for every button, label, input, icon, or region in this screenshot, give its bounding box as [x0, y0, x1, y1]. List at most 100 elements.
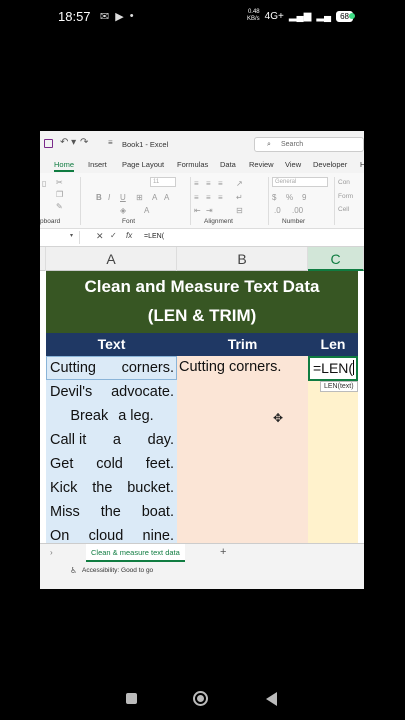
tab-view[interactable]: View	[285, 160, 301, 169]
tab-data[interactable]: Data	[220, 160, 236, 169]
cell-a-border	[46, 356, 177, 380]
tab-review[interactable]: Review	[249, 160, 274, 169]
save-icon[interactable]	[44, 139, 53, 148]
comma-icon[interactable]: 9	[302, 193, 306, 202]
cut-icon[interactable]: ✂	[56, 178, 63, 187]
text-cell[interactable]: Miss the boat.	[46, 500, 177, 524]
phone-nav-bar	[0, 680, 405, 720]
undo-icon[interactable]: ↶ ▾	[60, 137, 76, 148]
text-cell-word: On	[50, 528, 70, 543]
header-trim[interactable]: Trim	[177, 336, 308, 352]
len-cell-editor[interactable]: =LEN(	[308, 356, 358, 381]
cancel-icon[interactable]: ✕	[96, 231, 104, 242]
add-sheet-icon[interactable]: +	[220, 546, 226, 558]
conditional-formatting[interactable]: Con	[338, 179, 350, 186]
text-cell[interactable]: On cloud nine.	[46, 524, 177, 543]
font-shrink-icon[interactable]: A	[164, 193, 169, 202]
recent-apps-icon[interactable]	[126, 693, 137, 704]
back-icon[interactable]	[266, 692, 277, 706]
text-cell-word: advocate.	[111, 384, 174, 400]
notification-icons: ✉ ▶ •	[100, 10, 134, 23]
search-box[interactable]: ⌕ Search	[254, 137, 364, 152]
redo-icon[interactable]: ↷	[80, 137, 88, 148]
align-right-icon[interactable]: ≡	[218, 193, 223, 202]
bold-icon[interactable]: B	[96, 193, 102, 202]
font-grow-icon[interactable]: A	[152, 193, 157, 202]
sheet-nav-icon[interactable]: ›	[50, 548, 53, 557]
accessibility-status[interactable]: Accessibility: Good to go	[82, 567, 153, 574]
table-header-row: Text Trim Len	[46, 333, 358, 356]
align-middle-icon[interactable]: ≡	[206, 179, 211, 188]
media-icon: ▶	[115, 11, 124, 23]
italic-icon[interactable]: I	[108, 193, 110, 202]
accessibility-icon[interactable]: ♿	[70, 566, 77, 575]
tab-developer[interactable]: Developer	[313, 160, 347, 169]
divider	[80, 177, 81, 225]
text-cell-word: Kick	[50, 480, 78, 496]
signal-icon: ▂▄▆	[288, 10, 312, 22]
orientation-icon[interactable]: ↗	[236, 179, 243, 188]
outdent-icon[interactable]: ⇥	[206, 206, 213, 215]
ribbon-tabs: Home Insert Page Layout Formulas Data Re…	[40, 157, 364, 173]
group-number: Number	[282, 218, 306, 225]
align-top-icon[interactable]: ≡	[194, 179, 199, 188]
increase-decimal-icon[interactable]: .0	[274, 206, 281, 215]
home-icon[interactable]	[193, 691, 208, 706]
trim-cell-1[interactable]: Cutting corners.	[179, 359, 281, 375]
name-box[interactable]	[40, 231, 80, 244]
copy-icon[interactable]: ❐	[56, 190, 63, 199]
divider	[268, 177, 269, 225]
tab-more[interactable]: H	[360, 160, 364, 169]
chevron-down-icon[interactable]: ▾	[70, 232, 73, 239]
underline-icon[interactable]: U	[120, 193, 126, 202]
tab-insert[interactable]: Insert	[88, 160, 107, 169]
header-text[interactable]: Text	[46, 336, 177, 352]
text-cell-word: boat.	[141, 504, 174, 520]
text-cell-word: day.	[147, 432, 174, 448]
text-cell[interactable]: Break a leg.	[46, 404, 177, 428]
column-header-a[interactable]: A	[46, 247, 177, 271]
wrap-text-icon[interactable]: ↵	[236, 193, 243, 202]
percent-icon[interactable]: %	[286, 193, 293, 202]
border-icon[interactable]: ⊞	[136, 193, 143, 202]
quick-access-more-icon[interactable]: ≡	[108, 138, 113, 147]
formula-input[interactable]: =LEN(	[144, 233, 164, 240]
sheet-title-cell[interactable]: Clean and Measure Text Data (LEN & TRIM)	[46, 271, 358, 333]
column-header-b[interactable]: B	[177, 247, 308, 271]
worksheet-grid[interactable]: Clean and Measure Text Data (LEN & TRIM)…	[40, 271, 364, 543]
header-len[interactable]: Len	[308, 336, 358, 352]
insert-function-icon[interactable]: fx	[126, 231, 132, 240]
cell-styles[interactable]: Cell	[338, 206, 349, 213]
text-cell-word: Call it	[50, 432, 87, 448]
align-center-icon[interactable]: ≡	[206, 193, 211, 202]
enter-icon[interactable]: ✓	[110, 231, 117, 240]
font-size-box[interactable]: 11	[150, 177, 176, 187]
text-cell-word: a leg.	[118, 408, 154, 424]
cell-cursor-icon: ✥	[273, 411, 284, 425]
text-cell[interactable]: Devil's advocate.	[46, 380, 177, 404]
merge-icon[interactable]: ⊟	[236, 206, 243, 215]
paste-icon[interactable]: ▯	[42, 179, 46, 188]
font-color-icon[interactable]: A	[144, 206, 149, 215]
text-cell[interactable]: Call it a day.	[46, 428, 177, 452]
tab-page-layout[interactable]: Page Layout	[122, 160, 164, 169]
indent-icon[interactable]: ⇤	[194, 206, 201, 215]
tab-formulas[interactable]: Formulas	[177, 160, 208, 169]
text-cell[interactable]: Kick the bucket.	[46, 476, 177, 500]
decrease-decimal-icon[interactable]: .00	[292, 206, 303, 215]
number-format-box[interactable]: General	[272, 177, 328, 187]
format-as-table[interactable]: Form	[338, 193, 353, 200]
currency-icon[interactable]: $	[272, 193, 276, 202]
text-cell-word: cold	[96, 456, 123, 472]
format-painter-icon[interactable]: ✎	[56, 202, 63, 211]
divider	[190, 177, 191, 225]
fill-color-icon[interactable]: ◈	[120, 206, 126, 215]
column-header-c[interactable]: C	[308, 247, 364, 271]
tab-home[interactable]: Home	[54, 160, 75, 172]
sheet-tabs-bar: › Clean & measure text data +	[40, 543, 364, 563]
align-bottom-icon[interactable]: ≡	[218, 179, 223, 188]
sheet-tab-active[interactable]: Clean & measure text data	[86, 544, 185, 562]
align-left-icon[interactable]: ≡	[194, 193, 199, 202]
sheet-subtitle: (LEN & TRIM)	[147, 306, 257, 325]
text-cell[interactable]: Get cold feet.	[46, 452, 177, 476]
